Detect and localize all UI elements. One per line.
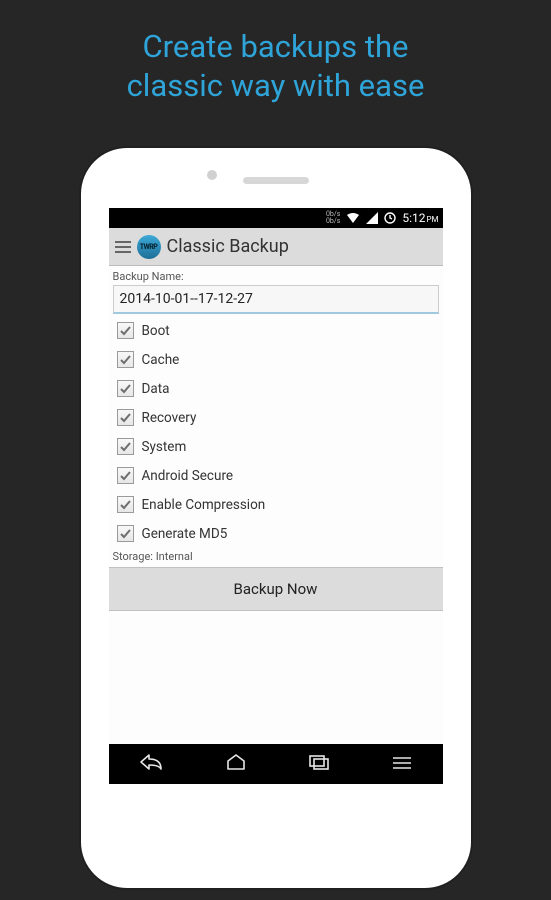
partition-row[interactable]: Recovery (109, 403, 443, 432)
checkbox-icon[interactable] (117, 525, 134, 542)
promo-headline: Create backups the classic way with ease (0, 0, 551, 126)
signal-icon (366, 212, 378, 224)
recents-icon[interactable] (308, 754, 330, 774)
status-time: 5:12PM (402, 211, 438, 225)
partition-row[interactable]: Cache (109, 345, 443, 374)
app-logo-icon: TWRP (137, 235, 161, 259)
phone-frame: 0b/s 0b/s 5:12PM TWRP Classic Backup Bac… (81, 148, 471, 888)
partition-label: Cache (142, 352, 180, 368)
checkbox-icon[interactable] (117, 351, 134, 368)
partition-label: Enable Compression (142, 497, 266, 513)
phone-screen: 0b/s 0b/s 5:12PM TWRP Classic Backup Bac… (109, 208, 443, 784)
main-content: Backup Name: 2014-10-01--17-12-27 Boot Ca… (109, 266, 443, 744)
menu-icon[interactable] (115, 241, 131, 253)
partition-row[interactable]: System (109, 432, 443, 461)
partition-row[interactable]: Android Secure (109, 461, 443, 490)
partition-row[interactable]: Generate MD5 (109, 519, 443, 548)
back-icon[interactable] (139, 753, 163, 775)
partition-label: System (142, 439, 187, 455)
android-nav-bar (109, 744, 443, 784)
partition-row[interactable]: Enable Compression (109, 490, 443, 519)
headline-line1: Create backups the (142, 28, 408, 65)
wifi-icon (346, 212, 360, 224)
menu-nav-icon[interactable] (392, 755, 412, 774)
page-title: Classic Backup (167, 236, 289, 257)
phone-sensor (207, 170, 217, 180)
headline-line2: classic way with ease (127, 67, 425, 104)
backup-name-input[interactable]: 2014-10-01--17-12-27 (113, 285, 439, 314)
backup-now-button[interactable]: Backup Now (109, 567, 443, 611)
checkbox-icon[interactable] (117, 380, 134, 397)
checkbox-icon[interactable] (117, 467, 134, 484)
partition-label: Recovery (142, 410, 197, 426)
checkbox-icon[interactable] (117, 438, 134, 455)
network-speed: 0b/s 0b/s (326, 211, 340, 225)
storage-line: Storage: Internal (109, 548, 443, 567)
clock-icon (384, 212, 396, 224)
partition-label: Android Secure (142, 468, 234, 484)
partition-label: Generate MD5 (142, 526, 228, 542)
partition-label: Boot (142, 323, 170, 339)
phone-earpiece (243, 177, 309, 184)
backup-name-label: Backup Name: (109, 266, 443, 285)
partition-label: Data (142, 381, 170, 397)
partition-row[interactable]: Data (109, 374, 443, 403)
app-title-bar: TWRP Classic Backup (109, 228, 443, 266)
checkbox-icon[interactable] (117, 409, 134, 426)
home-icon[interactable] (225, 753, 247, 775)
partition-row[interactable]: Boot (109, 316, 443, 345)
android-status-bar: 0b/s 0b/s 5:12PM (109, 208, 443, 228)
checkbox-icon[interactable] (117, 496, 134, 513)
checkbox-icon[interactable] (117, 322, 134, 339)
